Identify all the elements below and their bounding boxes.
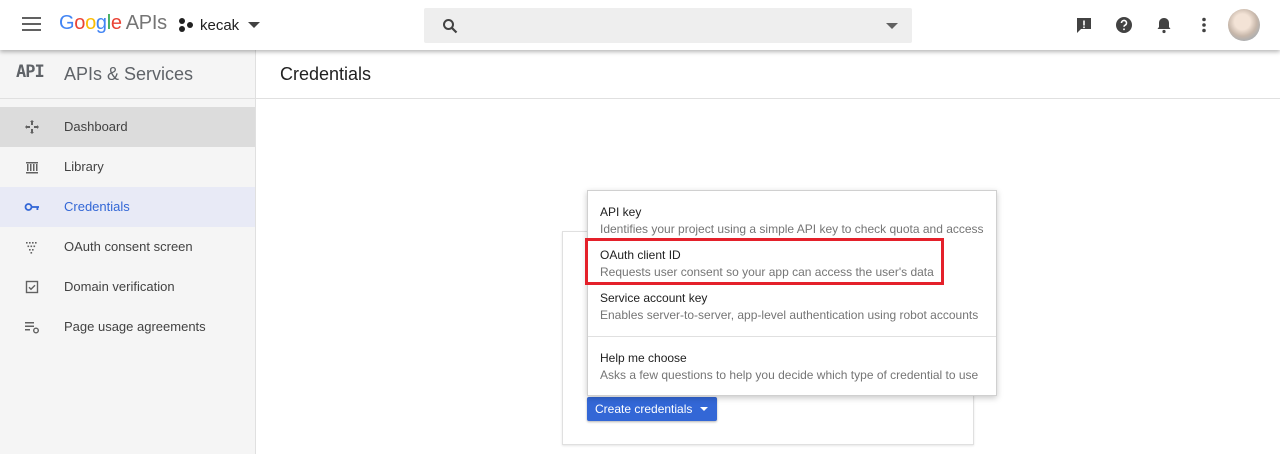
- key-icon: [24, 203, 39, 211]
- more-vert-icon[interactable]: [1195, 16, 1213, 34]
- help-icon[interactable]: [1115, 16, 1133, 34]
- menu-item-help-me-choose[interactable]: Help me choose Asks a few questions to h…: [588, 337, 996, 395]
- logo-suffix: APIs: [125, 12, 167, 34]
- menu-item-description: Identifies your project using a simple A…: [600, 222, 984, 236]
- google-apis-logo[interactable]: Google APIs: [59, 12, 167, 35]
- menu-item-description: Requests user consent so your app can ac…: [600, 265, 934, 279]
- create-credentials-button[interactable]: Create credentials: [587, 397, 717, 421]
- sidebar-item-domain-verification[interactable]: Domain verification: [0, 267, 255, 307]
- menu-item-service-account-key[interactable]: Service account key Enables server-to-se…: [588, 282, 996, 336]
- sidebar-item-credentials[interactable]: Credentials: [0, 187, 255, 227]
- user-avatar[interactable]: [1228, 9, 1260, 41]
- menu-item-title: OAuth client ID: [600, 248, 681, 262]
- search-bar[interactable]: [424, 8, 912, 43]
- domain-check-icon: [25, 280, 39, 294]
- project-selector[interactable]: kecak: [178, 14, 261, 36]
- api-badge-icon: API: [16, 62, 45, 82]
- search-input[interactable]: [470, 8, 870, 43]
- search-options-caret-icon[interactable]: [886, 23, 898, 29]
- create-credentials-label: Create credentials: [595, 402, 693, 416]
- menu-item-description: Enables server-to-server, app-level auth…: [600, 308, 979, 322]
- page-header: Credentials: [256, 50, 1280, 99]
- settings-list-icon: [25, 322, 39, 334]
- menu-item-description: Asks a few questions to help you decide …: [600, 368, 979, 382]
- library-icon: [26, 162, 38, 174]
- project-name: kecak: [200, 16, 240, 34]
- sidebar-header: API APIs & Services: [0, 50, 255, 99]
- menu-item-title: API key: [600, 205, 642, 219]
- menu-item-title: Service account key: [600, 291, 708, 305]
- sidebar-item-dashboard[interactable]: Dashboard: [0, 107, 255, 147]
- search-icon: [443, 19, 458, 34]
- project-dots-icon: [179, 18, 193, 32]
- notifications-bell-icon[interactable]: [1155, 16, 1173, 34]
- hamburger-menu-icon[interactable]: [22, 17, 41, 31]
- menu-item-api-key[interactable]: API key Identifies your project using a …: [588, 191, 996, 239]
- chevron-down-icon: [248, 22, 261, 28]
- create-credentials-menu: API key Identifies your project using a …: [587, 190, 997, 396]
- sidebar-item-library[interactable]: Library: [0, 147, 255, 187]
- page-title: Credentials: [280, 64, 372, 84]
- sidebar-item-page-usage-agreements[interactable]: Page usage agreements: [0, 307, 255, 347]
- top-app-bar: Google APIs kecak: [0, 0, 1280, 50]
- sidebar: API APIs & Services Dashboard Library Cr…: [0, 50, 256, 454]
- menu-item-oauth-client-id[interactable]: OAuth client ID Requests user consent so…: [588, 239, 996, 282]
- menu-item-title: Help me choose: [600, 351, 687, 365]
- dropdown-caret-icon: [700, 407, 708, 411]
- consent-icon: [26, 242, 37, 254]
- sidebar-title: APIs & Services: [64, 64, 194, 84]
- feedback-icon[interactable]: [1075, 16, 1093, 34]
- dashboard-icon: [25, 120, 39, 134]
- sidebar-item-oauth-consent[interactable]: OAuth consent screen: [0, 227, 255, 267]
